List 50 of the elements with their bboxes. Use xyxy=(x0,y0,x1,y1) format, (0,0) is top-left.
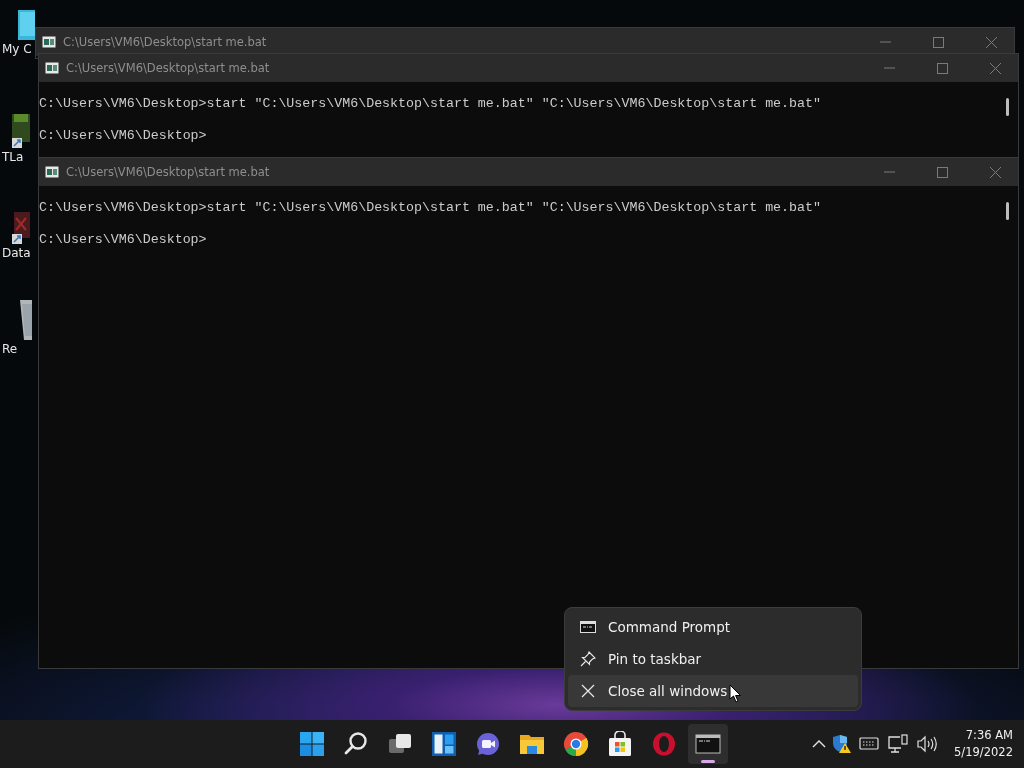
mouse-pointer-icon xyxy=(729,684,742,703)
shortcut-icon xyxy=(12,212,30,244)
scrollbar-thumb[interactable] xyxy=(1006,202,1009,220)
terminal-icon[interactable] xyxy=(695,731,721,757)
clock[interactable]: 7:36 AM 5/19/2022 xyxy=(954,727,1013,761)
clock-date: 5/19/2022 xyxy=(954,744,1013,761)
terminal-icon xyxy=(580,620,596,634)
close-icon xyxy=(580,683,596,699)
ring-icon[interactable] xyxy=(651,731,677,757)
console-line: C:\Users\VM6\Desktop>start "C:\Users\VM6\Desktop\start me.bat" "C:\Users\VM6\Desktop\start me.bat" xyxy=(39,96,821,112)
shield-warning-icon[interactable] xyxy=(832,734,852,754)
pin-icon xyxy=(580,651,596,667)
console-line: C:\Users\VM6\Desktop> xyxy=(39,232,207,248)
console-app-icon xyxy=(45,62,59,74)
shortcut-icon xyxy=(12,114,30,148)
console-app-icon xyxy=(42,36,56,48)
clock-time: 7:36 AM xyxy=(965,727,1013,744)
menu-item[interactable]: Pin to taskbar xyxy=(568,643,858,675)
icon-label: Data xyxy=(1,246,31,260)
window-title: C:\Users\VM6\Desktop\start me.bat xyxy=(66,61,271,75)
close-icon[interactable] xyxy=(989,166,1001,178)
taskbar-button[interactable] xyxy=(688,724,728,764)
maximize-icon[interactable] xyxy=(932,36,944,48)
monitor-network-icon[interactable] xyxy=(886,734,910,754)
monitor-icon xyxy=(18,10,35,40)
tricolor-circle-icon[interactable] xyxy=(563,731,589,757)
shopping-bag-icon[interactable] xyxy=(607,731,633,757)
keyboard-icon[interactable] xyxy=(858,736,880,752)
console-line: C:\Users\VM6\Desktop> xyxy=(39,128,207,144)
video-chat-icon[interactable] xyxy=(475,731,501,757)
menu-item[interactable]: Close all windows xyxy=(568,675,858,707)
icon-label: Re xyxy=(1,342,18,356)
icon-label: TLa xyxy=(1,150,24,164)
close-icon[interactable] xyxy=(989,62,1001,74)
window-title: C:\Users\VM6\Desktop\start me.bat xyxy=(63,35,268,49)
grid-logo-icon[interactable] xyxy=(299,731,325,757)
search-icon[interactable] xyxy=(343,731,369,757)
bin-icon xyxy=(20,300,32,340)
window-title: C:\Users\VM6\Desktop\start me.bat xyxy=(66,165,271,179)
console-app-icon xyxy=(45,166,59,178)
scrollbar-thumb[interactable] xyxy=(1006,98,1009,116)
close-icon[interactable] xyxy=(985,36,997,48)
panels-icon[interactable] xyxy=(431,731,457,757)
icon-label: My C xyxy=(1,42,32,56)
maximize-icon[interactable] xyxy=(936,62,948,74)
speaker-icon[interactable] xyxy=(916,735,938,753)
menu-item[interactable]: Command Prompt xyxy=(568,611,858,643)
chevron-up-icon[interactable] xyxy=(812,739,826,749)
maximize-icon[interactable] xyxy=(936,166,948,178)
console-line: C:\Users\VM6\Desktop>start "C:\Users\VM6\Desktop\start me.bat" "C:\Users\VM6\Desktop\start me.bat" xyxy=(39,200,821,216)
